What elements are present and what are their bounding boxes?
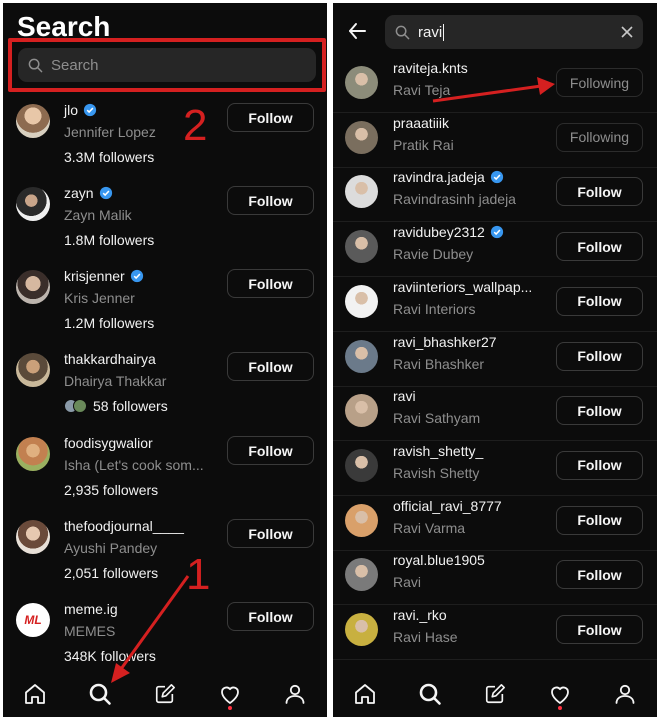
left-screen: Search Search jlo Jennifer Lopez 3.3M fo…	[3, 3, 327, 717]
right-screen: ravi raviteja.knts Ravi Teja Following praa…	[333, 3, 657, 717]
annotation-arrow-to-search-tab	[111, 575, 190, 683]
annotation-arrow-to-following-button	[432, 77, 555, 103]
